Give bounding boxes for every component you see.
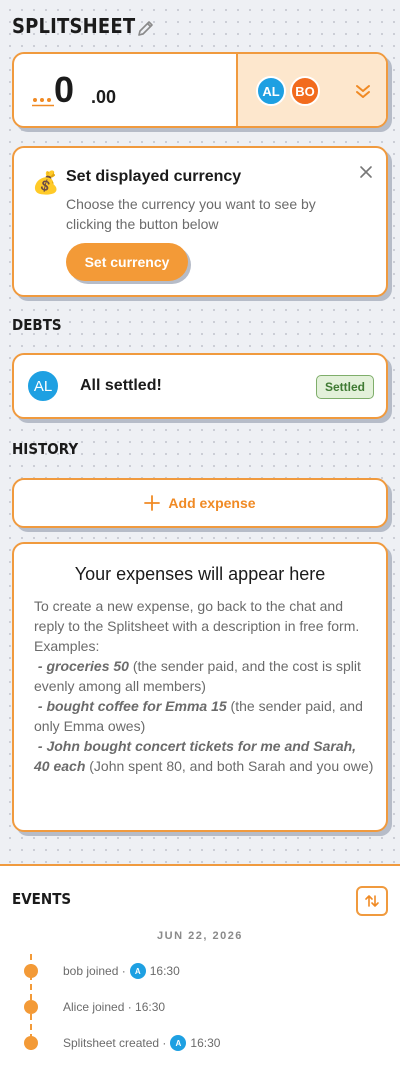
set-currency-button[interactable]: Set currency <box>66 243 188 281</box>
member-avatar-bo: BO <box>290 76 320 106</box>
plus-icon <box>144 495 161 511</box>
close-icon[interactable] <box>358 164 374 180</box>
debts-section-title: DEBTS <box>12 316 62 334</box>
debt-status-text: All settled! <box>80 377 162 394</box>
example-description: (John spent 80, and both Sarah and you o… <box>85 758 374 774</box>
balance-card: 0 .00 AL BO <box>12 52 388 128</box>
example-command: - bought coffee for Emma 15 <box>37 698 227 714</box>
events-panel: EVENTS JUN 22, 2026 bob joined · A 16:30… <box>0 864 400 1083</box>
balance-decimals: .00 <box>91 87 117 107</box>
debt-row[interactable]: AL All settled! Settled <box>12 353 388 419</box>
event-text: Splitsheet created · <box>63 1036 167 1050</box>
event-text: Alice joined · 16:30 <box>63 1000 166 1014</box>
sort-button[interactable] <box>356 886 388 916</box>
add-expense-label: Add expense <box>168 495 256 511</box>
empty-history-intro: To create a new expense, go back to the … <box>34 598 360 634</box>
members-toggle[interactable]: AL BO <box>236 54 386 126</box>
event-time: 16:30 <box>149 964 180 978</box>
currency-prompt-card: 💰 Set displayed currency Choose the curr… <box>12 146 388 297</box>
event-time: 16:30 <box>190 1036 221 1050</box>
empty-history-card: Your expenses will appear here To create… <box>12 542 388 832</box>
sort-arrows-icon <box>365 895 379 907</box>
settled-badge: Settled <box>315 375 374 399</box>
balance-amount: 0 .00 <box>14 54 236 126</box>
event-item: Splitsheet created · A 16:30 <box>24 1033 220 1053</box>
timeline-dot <box>24 1036 38 1050</box>
pencil-edit-icon[interactable] <box>136 18 156 38</box>
empty-history-body: To create a new expense, go back to the … <box>34 596 374 776</box>
currency-prompt-title: Set displayed currency <box>66 168 242 185</box>
examples-label: Examples: <box>34 638 100 654</box>
timeline-dot <box>24 964 38 978</box>
history-section-title: HISTORY <box>12 440 79 458</box>
event-avatar: A <box>170 1035 187 1051</box>
money-bag-icon: 💰 <box>32 170 60 195</box>
balance-integer: 0 <box>54 69 75 110</box>
add-expense-button[interactable]: Add expense <box>12 478 388 528</box>
double-chevron-down-icon[interactable] <box>354 82 372 100</box>
timeline-dot <box>24 1000 38 1014</box>
events-date: JUN 22, 2026 <box>157 930 243 942</box>
empty-history-title: Your expenses will appear here <box>74 564 326 584</box>
debt-avatar: AL <box>26 369 60 403</box>
event-item: Alice joined · 16:30 <box>24 997 165 1017</box>
ellipsis-dots-icon <box>32 98 54 107</box>
event-item: bob joined · A 16:30 <box>24 961 180 981</box>
currency-prompt-description: Choose the currency you want to see by c… <box>66 196 316 232</box>
member-avatar-al: AL <box>256 76 286 106</box>
event-avatar: A <box>129 963 146 979</box>
example-command: - groceries 50 <box>37 658 129 674</box>
events-section-title: EVENTS <box>12 890 72 908</box>
event-text: bob joined · <box>63 964 126 978</box>
app-title: SPLITSHEET <box>12 14 136 38</box>
